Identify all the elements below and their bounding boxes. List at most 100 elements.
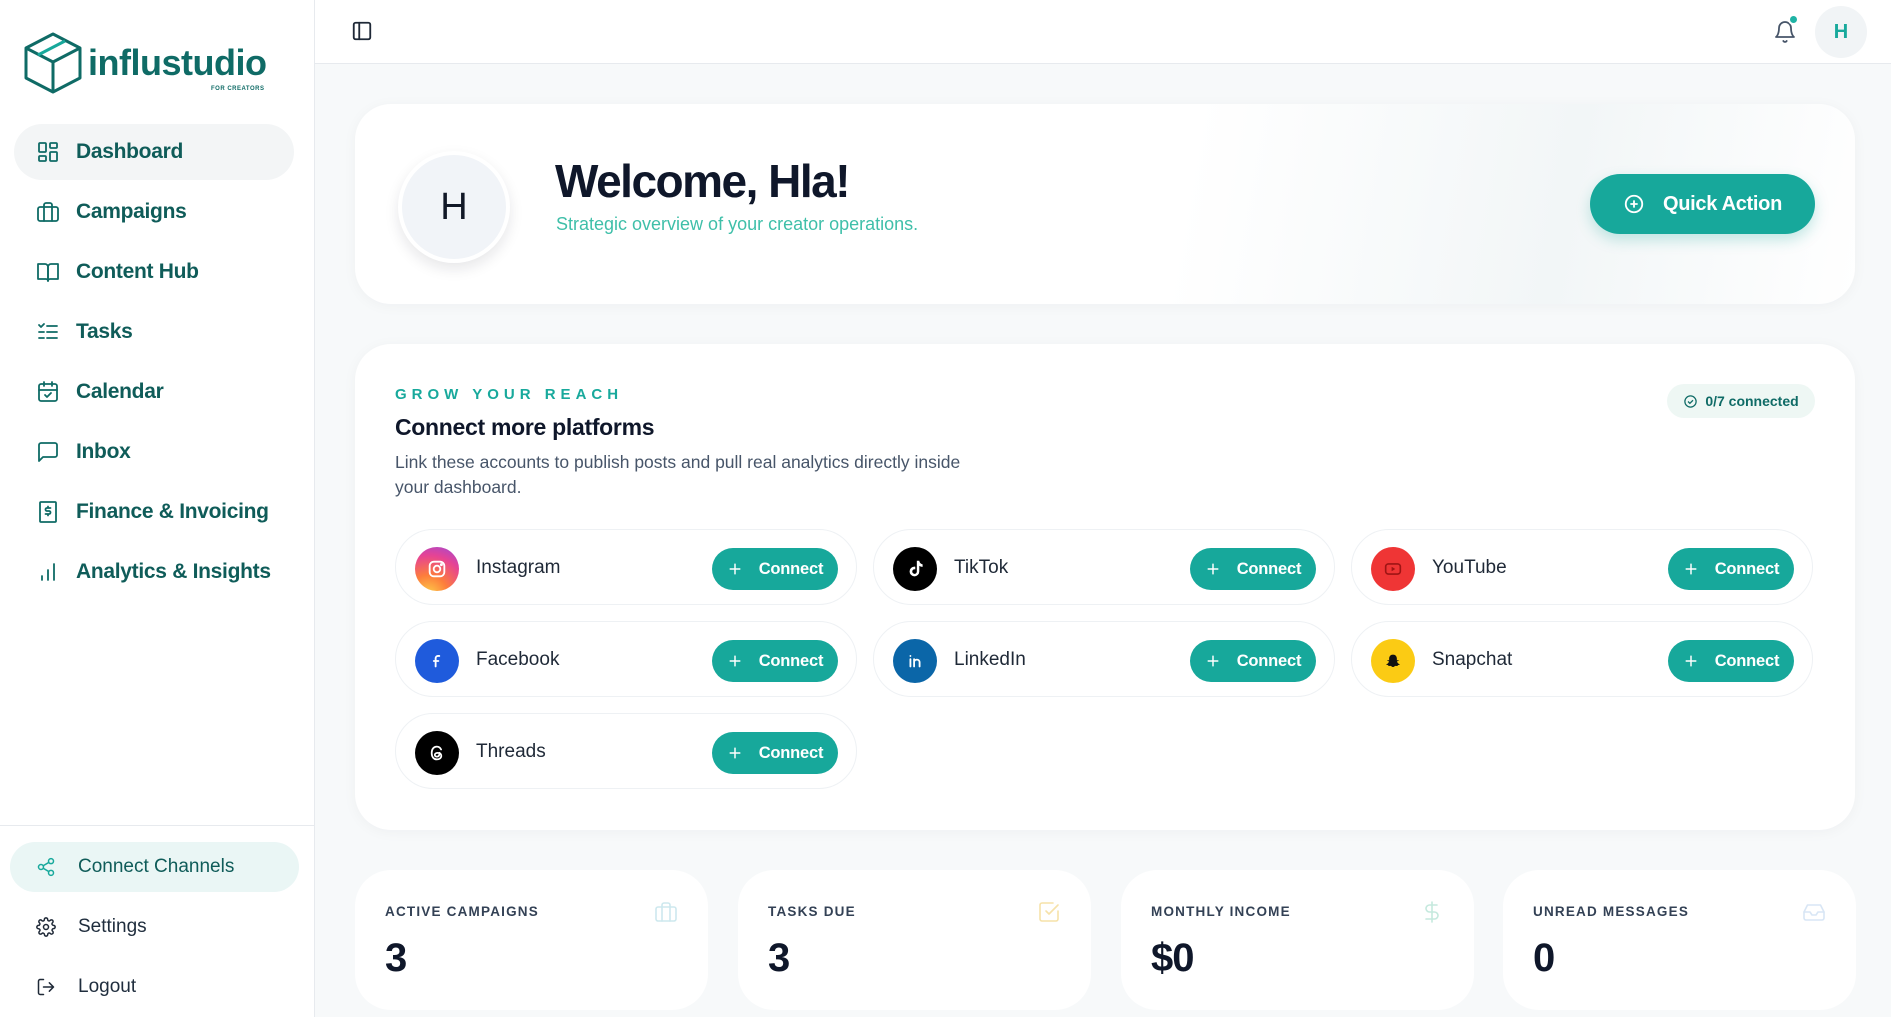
welcome-card: H Welcome, Hla! Strategic overview of yo…: [355, 104, 1855, 304]
sidebar-item-tasks[interactable]: Tasks: [14, 304, 294, 360]
connect-threads-button[interactable]: Connect: [712, 732, 838, 774]
platform-card-youtube: YouTube Connect: [1351, 529, 1813, 605]
sidebar-item-label: Tasks: [76, 320, 133, 343]
welcome-subtitle: Strategic overview of your creator opera…: [556, 214, 919, 234]
section-eyebrow: GROW YOUR REACH: [395, 386, 624, 403]
stat-card-active-campaigns[interactable]: ACTIVE CAMPAIGNS 3: [355, 870, 708, 1010]
sidebar-item-label: Analytics & Insights: [76, 560, 271, 583]
user-avatar[interactable]: H: [1815, 6, 1867, 58]
check-circle-icon: [1684, 394, 1698, 408]
sidebar-item-connect-channels[interactable]: Connect Channels: [10, 842, 299, 892]
plus-icon: [1207, 563, 1219, 575]
connect-snapchat-button[interactable]: Connect: [1668, 640, 1794, 682]
sidebar-item-content-hub[interactable]: Content Hub: [14, 244, 294, 300]
platform-name: Threads: [476, 741, 546, 762]
stat-label: UNREAD MESSAGES: [1533, 904, 1690, 919]
dollar-icon: [1425, 901, 1439, 923]
threads-icon: [415, 731, 459, 775]
platform-name: TikTok: [954, 557, 1009, 578]
quick-action-button[interactable]: Quick Action: [1590, 174, 1815, 234]
welcome-title: Welcome, Hla!: [555, 155, 851, 207]
tiktok-icon: [893, 547, 937, 591]
stat-value: 0: [1533, 936, 1555, 980]
sidebar-item-label: Logout: [78, 976, 137, 997]
briefcase-icon: [655, 902, 677, 922]
bar-chart-icon: [41, 563, 55, 581]
sidebar-item-analytics[interactable]: Analytics & Insights: [14, 544, 294, 600]
logout-icon: [37, 978, 55, 996]
sidebar-item-label: Dashboard: [76, 140, 183, 163]
sidebar-item-finance[interactable]: Finance & Invoicing: [14, 484, 294, 540]
sidebar-footer: Connect Channels Settings Logout: [0, 825, 315, 1017]
grow-reach-card: GROW YOUR REACH Connect more platforms L…: [355, 344, 1855, 830]
connect-tiktok-button[interactable]: Connect: [1190, 548, 1316, 590]
brand-name: influstudio FOR CREATORS: [88, 42, 267, 92]
stat-label: MONTHLY INCOME: [1151, 904, 1291, 919]
sidebar-item-label: Content Hub: [76, 260, 199, 283]
share-icon: [37, 857, 55, 877]
sidebar-item-dashboard[interactable]: Dashboard: [14, 124, 294, 180]
platform-card-linkedin: LinkedIn Connect: [873, 621, 1335, 697]
sidebar-item-label: Calendar: [76, 380, 164, 403]
snapchat-icon: [1371, 639, 1415, 683]
sidebar-item-campaigns[interactable]: Campaigns: [14, 184, 294, 240]
inbox-icon: [1803, 904, 1825, 921]
sidebar-toggle-icon[interactable]: [351, 20, 373, 42]
section-description: Link these accounts to publish posts and…: [395, 452, 961, 497]
facebook-icon: [415, 639, 459, 683]
plus-icon: [1685, 563, 1697, 575]
sidebar-item-inbox[interactable]: Inbox: [14, 424, 294, 480]
platform-card-tiktok: TikTok Connect: [873, 529, 1335, 605]
stat-value: $0: [1151, 936, 1194, 980]
connect-instagram-button[interactable]: Connect: [712, 548, 838, 590]
sidebar-item-logout[interactable]: Logout: [10, 962, 299, 1012]
instagram-icon: [415, 547, 459, 591]
stat-label: ACTIVE CAMPAIGNS: [385, 904, 539, 919]
connect-youtube-button[interactable]: Connect: [1668, 548, 1794, 590]
plus-icon: [729, 563, 741, 575]
platform-card-instagram: Instagram Connect: [395, 529, 857, 605]
youtube-icon: [1371, 547, 1415, 591]
section-title: Connect more platforms: [395, 414, 655, 440]
connect-linkedin-button[interactable]: Connect: [1190, 640, 1316, 682]
checkbox-icon: [1039, 902, 1059, 922]
plus-icon: [1685, 655, 1697, 667]
sidebar-item-label: Settings: [78, 916, 147, 937]
profile-avatar[interactable]: H: [398, 151, 510, 263]
stat-card-monthly-income[interactable]: MONTHLY INCOME $0: [1121, 870, 1474, 1010]
brand-logo[interactable]: influstudio FOR CREATORS: [22, 30, 267, 96]
stat-card-tasks-due[interactable]: TASKS DUE 3: [738, 870, 1091, 1010]
sidebar-item-calendar[interactable]: Calendar: [14, 364, 294, 420]
stat-value: 3: [768, 936, 790, 980]
brand-tagline: FOR CREATORS: [211, 86, 265, 92]
sidebar-item-label: Connect Channels: [78, 856, 235, 877]
plus-icon: [729, 747, 741, 759]
platform-name: YouTube: [1432, 557, 1507, 578]
receipt-dollar-icon: [39, 501, 57, 523]
briefcase-icon: [37, 202, 59, 222]
connect-facebook-button[interactable]: Connect: [712, 640, 838, 682]
sidebar-item-label: Inbox: [76, 440, 131, 463]
stat-value: 3: [385, 936, 407, 980]
sidebar: influstudio FOR CREATORS Dashboard Campai…: [0, 0, 315, 1017]
dashboard-icon: [38, 142, 58, 162]
platform-name: Facebook: [476, 649, 560, 670]
calendar-check-icon: [38, 381, 58, 402]
book-icon: [37, 263, 59, 282]
notification-dot: [1788, 14, 1799, 25]
quick-action-label: Quick Action: [1662, 192, 1782, 215]
sidebar-item-label: Campaigns: [76, 200, 187, 223]
sidebar-item-settings[interactable]: Settings: [10, 902, 299, 952]
platform-name: Instagram: [476, 557, 561, 578]
platform-card-snapchat: Snapchat Connect: [1351, 621, 1813, 697]
platform-name: Snapchat: [1432, 649, 1513, 670]
plus-circle-icon: [1624, 194, 1644, 214]
stat-label: TASKS DUE: [768, 904, 856, 919]
main-nav: Dashboard Campaigns Content Hub Tasks Ca…: [14, 124, 294, 604]
gear-icon: [36, 917, 56, 937]
platform-card-threads: Threads Connect: [395, 713, 857, 789]
stat-card-unread-messages[interactable]: UNREAD MESSAGES 0: [1503, 870, 1856, 1010]
connected-count-badge: 0/7 connected: [1667, 384, 1815, 418]
plus-icon: [1207, 655, 1219, 667]
list-check-icon: [38, 323, 58, 339]
